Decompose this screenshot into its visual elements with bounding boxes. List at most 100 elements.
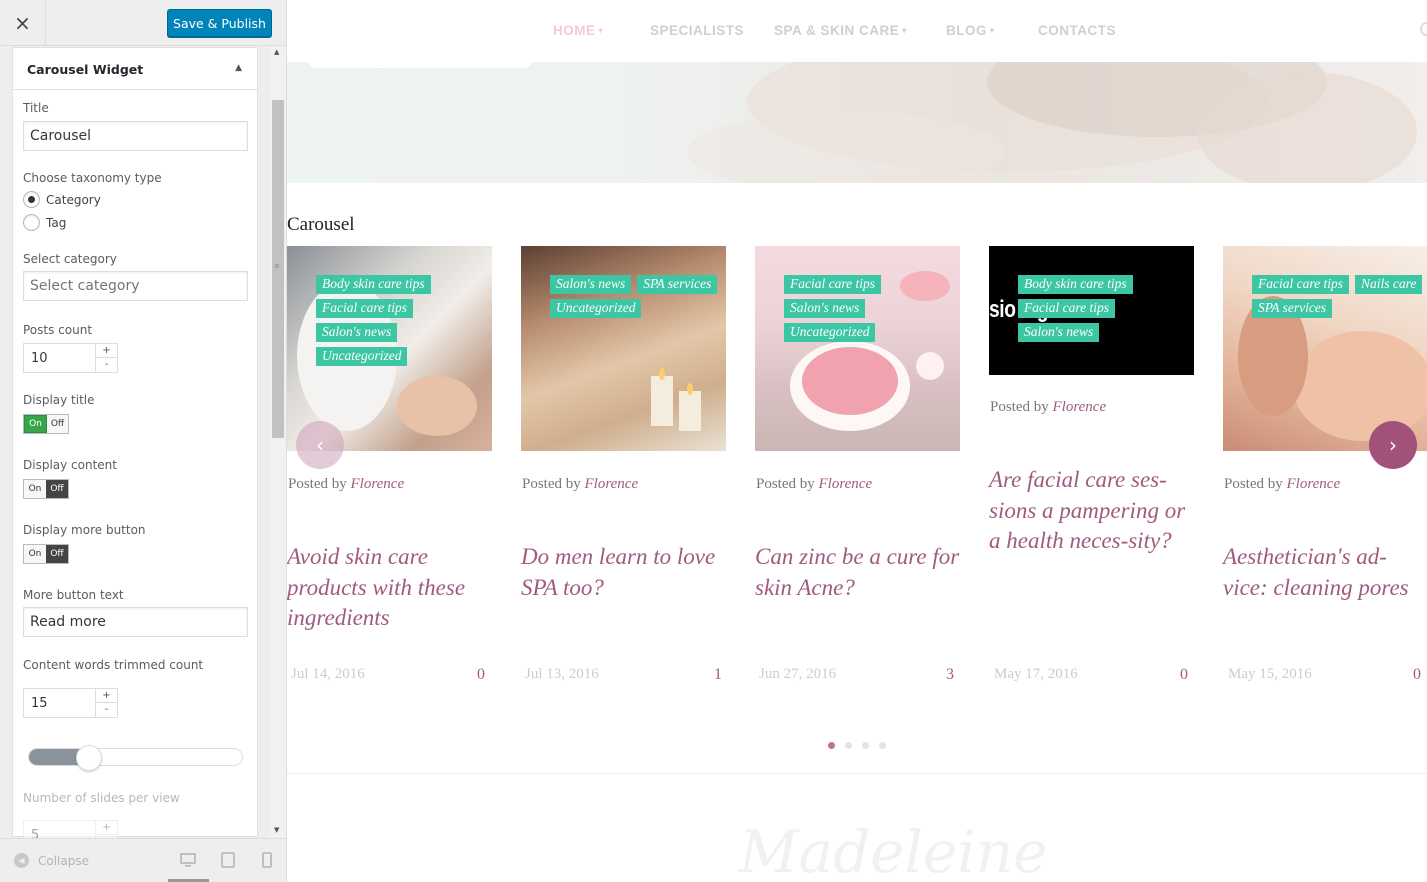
tag[interactable]: Facial care tips <box>784 275 881 294</box>
toggle-on[interactable]: On <box>24 545 46 563</box>
taxonomy-radio-category[interactable]: Category <box>23 191 101 208</box>
tag[interactable]: Uncategorized <box>550 299 642 318</box>
decrement-button[interactable]: - <box>96 703 117 717</box>
post-card[interactable]: sio ing or a Body skin care tips Facial … <box>989 246 1194 553</box>
widget-header[interactable]: Carousel Widget ▲ <box>13 48 257 90</box>
tag[interactable]: Facial care tips <box>1252 275 1349 294</box>
increment-button[interactable]: + <box>96 689 117 703</box>
radio-icon[interactable] <box>23 191 40 208</box>
post-title[interactable]: Aesthetician's ad-vice: cleaning pores <box>1223 542 1427 603</box>
author-link[interactable]: Florence <box>819 476 873 492</box>
collapse-button[interactable]: ◀ Collapse <box>14 853 89 868</box>
trim-count-value: 15 <box>31 696 48 711</box>
carousel-title: Carousel <box>287 214 355 235</box>
increment-button[interactable]: + <box>96 344 117 358</box>
site-preview: HOME ▾ SPECIALISTS SPA & SKIN CARE ▾ BLOG ▾… <box>287 0 1427 882</box>
toggle-off[interactable]: Off <box>47 415 68 433</box>
close-customizer-button[interactable]: × <box>0 0 46 46</box>
collapse-arrow-icon[interactable]: ▲ <box>235 63 242 73</box>
taxonomy-radio-tag[interactable]: Tag <box>23 214 66 231</box>
post-tags: Facial care tips Nails care SPA services <box>1252 275 1427 318</box>
author-link[interactable]: Florence <box>351 476 405 492</box>
tag[interactable]: Body skin care tips <box>316 275 431 294</box>
tag[interactable]: SPA services <box>1252 299 1333 318</box>
hero-banner <box>287 62 1427 183</box>
post-title[interactable]: Are facial care ses-sions a pampering or… <box>989 465 1195 557</box>
author-link[interactable]: Florence <box>1287 476 1341 492</box>
widget-title: Carousel Widget <box>27 62 144 77</box>
title-input[interactable]: Carousel <box>23 121 248 151</box>
post-meta: Posted by Florence <box>990 399 1106 416</box>
carousel-prev-button[interactable]: ‹ <box>296 421 344 469</box>
carousel-next-button[interactable]: › <box>1369 421 1417 469</box>
tag[interactable]: Salon's news <box>316 323 398 342</box>
toggle-off[interactable]: Off <box>46 480 68 498</box>
toggle-off[interactable]: Off <box>46 545 68 563</box>
post-title[interactable]: Avoid skin care products with these ingr… <box>287 542 493 634</box>
save-publish-button[interactable]: Save & Publish <box>167 9 272 37</box>
posted-by-label: Posted by <box>1224 476 1283 492</box>
search-icon[interactable] <box>1420 22 1427 36</box>
post-card[interactable]: Salon's news SPA services Uncategorized … <box>521 246 726 600</box>
tag[interactable]: Facial care tips <box>316 299 413 318</box>
tag[interactable]: Salon's news <box>784 299 866 318</box>
post-title[interactable]: Do men learn to love SPA too? <box>521 542 727 603</box>
tag[interactable]: Salon's news <box>1018 323 1100 342</box>
posts-count-label: Posts count <box>23 323 93 337</box>
trim-count-stepper[interactable]: 15 + - <box>23 688 118 718</box>
post-thumbnail[interactable]: Facial care tips Salon's news Uncategori… <box>755 246 960 451</box>
pagination-dot[interactable] <box>862 742 869 749</box>
post-meta: Posted by Florence <box>522 476 638 493</box>
category-select[interactable]: Select category <box>23 271 248 301</box>
slides-slider[interactable] <box>28 745 243 771</box>
slider-handle[interactable] <box>75 745 102 771</box>
increment-button[interactable]: + <box>96 821 117 835</box>
post-thumbnail[interactable]: sio ing or a Body skin care tips Facial … <box>989 246 1194 375</box>
pagination-dot[interactable] <box>845 742 852 749</box>
more-text-input[interactable]: Read more <box>23 607 248 637</box>
posts-count-stepper[interactable]: 10 + - <box>23 343 118 373</box>
tag[interactable]: Uncategorized <box>316 347 408 366</box>
nav-item-blog[interactable]: BLOG ▾ <box>946 23 995 38</box>
tag[interactable]: Nails care <box>1354 275 1423 294</box>
nav-item-contacts[interactable]: CONTACTS <box>1038 23 1116 38</box>
chevron-down-icon: ▾ <box>990 26 995 35</box>
tag[interactable]: Facial care tips <box>1018 299 1115 318</box>
nav-item-spa[interactable]: SPA & SKIN CARE ▾ <box>774 23 907 38</box>
comment-count[interactable]: 0 <box>1413 666 1422 684</box>
pagination-dot[interactable] <box>879 742 886 749</box>
posted-by-label: Posted by <box>288 476 347 492</box>
scroll-down-icon[interactable]: ▼ <box>274 826 279 834</box>
display-title-label: Display title <box>23 393 95 407</box>
toggle-on[interactable]: On <box>24 415 47 433</box>
display-more-toggle[interactable]: On Off <box>23 544 69 564</box>
toggle-on[interactable]: On <box>24 480 46 498</box>
post-thumbnail[interactable]: Salon's news SPA services Uncategorized <box>521 246 726 451</box>
mobile-icon[interactable] <box>259 852 275 868</box>
taxonomy-label: Choose taxonomy type <box>23 171 162 185</box>
author-link[interactable]: Florence <box>1053 399 1107 415</box>
scroll-up-icon[interactable]: ▲ <box>274 48 279 56</box>
tablet-icon[interactable] <box>220 852 236 868</box>
post-card[interactable]: Facial care tips Salon's news Uncategori… <box>755 246 960 600</box>
pagination-dot[interactable] <box>828 742 835 749</box>
post-meta: Posted by Florence <box>756 476 872 493</box>
sidebar-scrollbar[interactable]: ▲ ≡ ▼ <box>270 46 286 838</box>
nav-label: SPECIALISTS <box>650 23 745 38</box>
section-divider <box>287 773 1427 774</box>
tag[interactable]: Uncategorized <box>784 323 876 342</box>
display-title-toggle[interactable]: On Off <box>23 414 69 434</box>
tag[interactable]: Body skin care tips <box>1018 275 1133 294</box>
display-content-toggle[interactable]: On Off <box>23 479 69 499</box>
author-link[interactable]: Florence <box>585 476 639 492</box>
nav-item-specialists[interactable]: SPECIALISTS <box>650 23 744 38</box>
tag[interactable]: SPA services <box>637 275 718 294</box>
decrement-button[interactable]: - <box>96 358 117 372</box>
display-more-label: Display more button <box>23 523 146 537</box>
tag[interactable]: Salon's news <box>550 275 632 294</box>
customizer-sidebar: × Save & Publish Carousel Widget ▲ Title… <box>0 0 287 882</box>
post-title[interactable]: Can zinc be a cure for skin Acne? <box>755 542 961 603</box>
nav-item-home[interactable]: HOME ▾ <box>553 23 603 38</box>
radio-icon[interactable] <box>23 214 40 231</box>
desktop-icon[interactable] <box>180 852 196 868</box>
